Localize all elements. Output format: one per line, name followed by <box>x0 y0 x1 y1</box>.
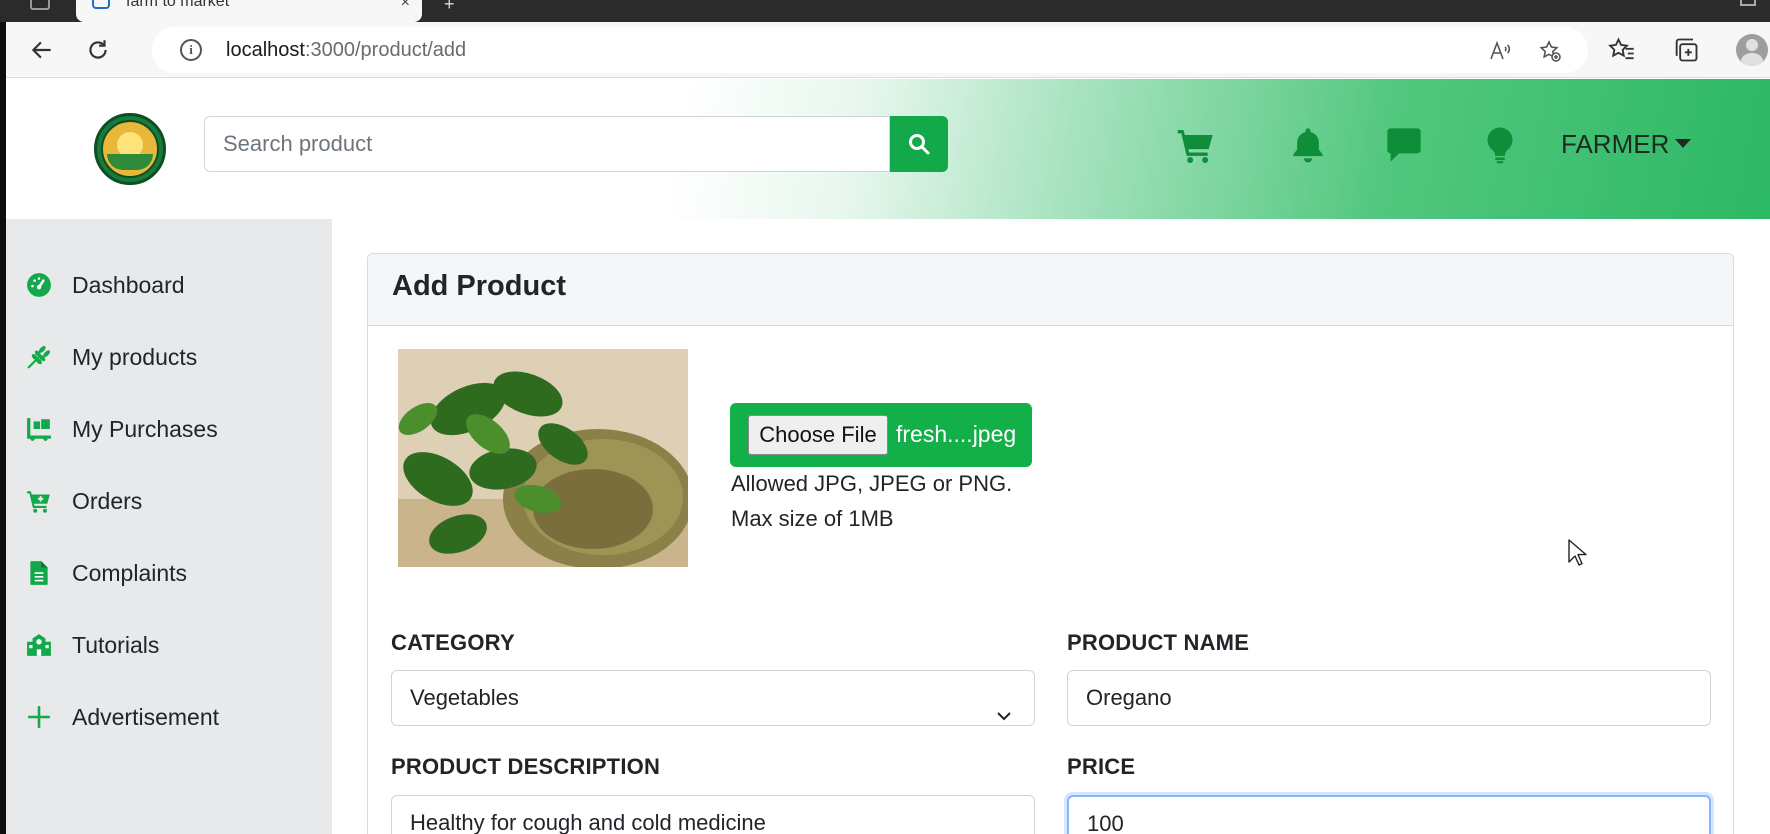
window-control-icon[interactable] <box>1740 0 1756 6</box>
card-header: Add Product <box>368 254 1733 326</box>
app-header: Search product FARMER <box>6 79 1770 219</box>
sidebar-item-label: Orders <box>72 487 143 514</box>
choose-file-button[interactable]: Choose File <box>748 415 888 455</box>
add-favorite-icon[interactable] <box>1538 39 1562 63</box>
read-aloud-icon[interactable] <box>1488 39 1512 63</box>
tab-close-icon[interactable]: × <box>401 0 410 12</box>
sidebar-item-dashboard[interactable]: Dashboard <box>26 265 326 305</box>
product-image-preview <box>398 349 688 567</box>
sidebar-item-label: Tutorials <box>72 631 160 658</box>
add-product-card: Add Product Choose File fresh....jpeg Al… <box>367 253 1734 834</box>
category-value: Vegetables <box>410 685 519 710</box>
tab-favicon-icon <box>92 0 110 9</box>
tab-actions-icon[interactable] <box>30 0 50 10</box>
lightbulb-icon[interactable] <box>1480 125 1520 165</box>
file-icon <box>26 560 52 586</box>
selected-file-name: fresh....jpeg <box>896 421 1017 447</box>
school-icon <box>26 632 52 658</box>
plus-icon <box>26 704 52 730</box>
screen: farm to market × + i localhost:3000/prod… <box>0 0 1770 834</box>
chevron-down-icon <box>996 690 1012 721</box>
file-hint-formats: Allowed JPG, JPEG or PNG. <box>731 471 1013 496</box>
sidebar-item-label: Complaints <box>72 559 188 586</box>
collections-icon[interactable] <box>1672 36 1700 64</box>
site-info-icon[interactable]: i <box>180 39 202 61</box>
page-title: Add Product <box>392 270 566 302</box>
wheat-icon <box>26 344 52 370</box>
category-label: CATEGORY <box>391 630 515 655</box>
sidebar-item-label: My products <box>72 343 198 370</box>
file-upload[interactable]: Choose File fresh....jpeg <box>730 403 1032 467</box>
browser-toolbar: i localhost:3000/product/add <box>6 22 1770 78</box>
sidebar-item-my-purchases[interactable]: My Purchases <box>26 409 326 449</box>
profile-avatar[interactable] <box>1736 34 1768 66</box>
mouse-cursor-icon <box>1567 538 1589 568</box>
user-menu-dropdown[interactable]: FARMER <box>1561 129 1692 160</box>
caret-down-icon <box>1675 138 1692 148</box>
sidebar-item-orders[interactable]: Orders <box>26 481 326 521</box>
chat-icon[interactable] <box>1384 125 1424 165</box>
new-tab-icon[interactable]: + <box>444 0 455 15</box>
url-text[interactable]: localhost:3000/product/add <box>226 39 466 62</box>
sidebar-item-tutorials[interactable]: Tutorials <box>26 625 326 665</box>
sidebar-item-complaints[interactable]: Complaints <box>26 553 326 593</box>
category-select[interactable]: Vegetables <box>391 670 1035 726</box>
price-label: PRICE <box>1067 754 1136 779</box>
url-host: localhost <box>226 39 305 61</box>
product-name-input[interactable]: Oregano <box>1067 670 1711 726</box>
file-hint-size: Max size of 1MB <box>731 506 894 531</box>
farm-to-market-logo[interactable] <box>94 113 166 185</box>
cart-plus-icon <box>26 488 52 514</box>
product-name-label: PRODUCT NAME <box>1067 630 1250 655</box>
dashboard-gauge-icon <box>26 272 52 298</box>
sidebar-item-label: My Purchases <box>72 415 218 442</box>
back-arrow-icon[interactable] <box>28 36 56 64</box>
sidebar: Dashboard My products My Purchases Order… <box>6 219 332 834</box>
search-button[interactable] <box>890 116 948 172</box>
description-label: PRODUCT DESCRIPTION <box>391 754 661 779</box>
browser-tab-strip: farm to market × + <box>0 0 1770 22</box>
reload-icon[interactable] <box>84 36 112 64</box>
search-icon <box>909 134 930 155</box>
url-path: :3000/product/add <box>304 39 467 61</box>
tab-title: farm to market <box>126 0 230 10</box>
sidebar-item-label: Advertisement <box>72 703 220 730</box>
address-bar[interactable]: i localhost:3000/product/add <box>152 27 1588 73</box>
description-input[interactable]: Healthy for cough and cold medicine <box>391 795 1035 834</box>
favorites-icon[interactable] <box>1608 36 1636 64</box>
browser-tab[interactable]: farm to market × <box>76 0 422 22</box>
user-menu-label: FARMER <box>1561 129 1670 159</box>
sidebar-item-my-products[interactable]: My products <box>26 337 326 377</box>
search-input[interactable]: Search product <box>204 116 890 172</box>
cart-icon[interactable] <box>1176 125 1216 165</box>
truck-loading-icon <box>26 416 52 442</box>
sidebar-item-advertisement[interactable]: Advertisement <box>26 697 326 737</box>
price-input[interactable]: 100 <box>1067 795 1711 834</box>
sidebar-item-label: Dashboard <box>72 271 185 298</box>
oregano-photo <box>398 349 688 567</box>
bell-icon[interactable] <box>1288 125 1328 165</box>
